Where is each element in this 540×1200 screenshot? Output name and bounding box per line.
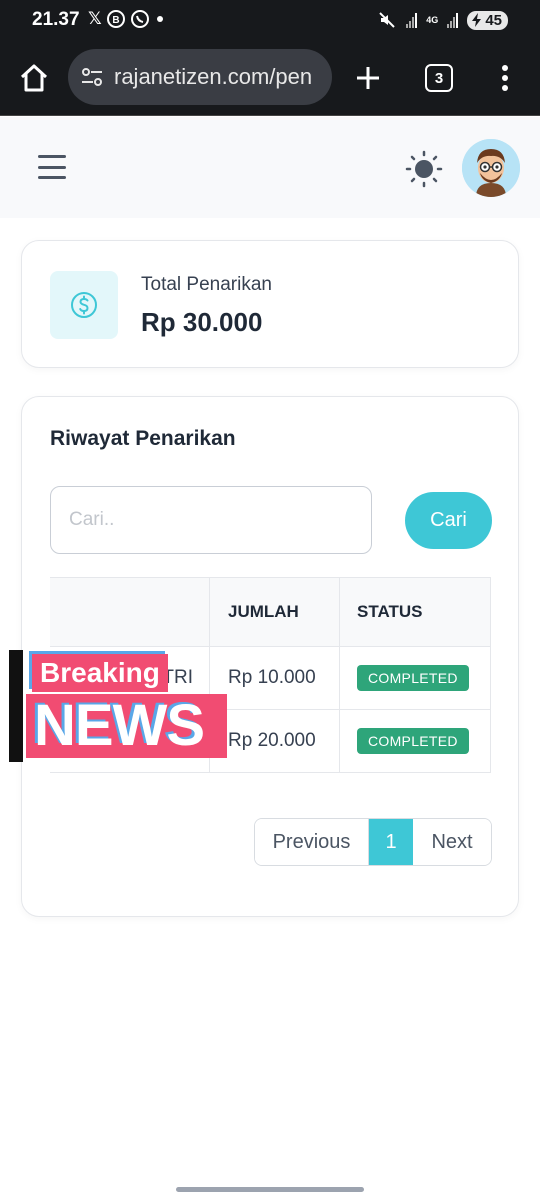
status-bar: 21.37 𝕏 B 4G 45 (0, 0, 540, 40)
total-value: Rp 30.000 (141, 307, 263, 337)
search-input[interactable] (50, 486, 372, 554)
network-type: 4G (426, 15, 439, 25)
new-tab-icon[interactable] (352, 62, 384, 94)
status-time: 21.37 (32, 9, 80, 30)
total-label: Total Penarikan (141, 274, 272, 295)
status-badge: COMPLETED (357, 665, 469, 691)
avatar[interactable] (462, 139, 520, 197)
sticker-bar (9, 650, 23, 762)
app-header (0, 117, 540, 218)
status-badge: COMPLETED (357, 728, 469, 754)
browser-toolbar: rajanetizen.com/pen 3 (0, 40, 540, 116)
next-page-button[interactable]: Next (413, 819, 491, 865)
signal-icon (406, 12, 418, 28)
notification-icons: 𝕏 B (88, 9, 166, 29)
svg-text:B: B (112, 15, 119, 26)
sticker-breaking-text: Breaking (32, 654, 168, 692)
cell-status: COMPLETED (340, 710, 490, 772)
dot-icon (156, 16, 163, 22)
charging-icon (472, 13, 482, 27)
pagination: Previous 1 Next (254, 818, 492, 866)
site-settings-icon[interactable] (80, 65, 104, 89)
column-header-amount[interactable]: JUMLAH (210, 578, 340, 646)
breaking-news-sticker: Breaking NEWS (9, 650, 227, 762)
previous-page-button[interactable]: Previous (255, 819, 369, 865)
gesture-bar[interactable] (176, 1187, 364, 1192)
whatsapp-business-icon: B (106, 10, 125, 28)
more-menu-icon[interactable] (495, 62, 515, 94)
x-icon: 𝕏 (88, 9, 102, 28)
dollar-circle-icon (71, 292, 97, 318)
address-bar[interactable]: rajanetizen.com/pen (68, 49, 332, 105)
column-header-status[interactable]: STATUS (340, 578, 490, 646)
cell-status: COMPLETED (340, 647, 490, 709)
tab-count: 3 (434, 69, 444, 87)
table-header: JUMLAH STATUS (50, 578, 490, 647)
theme-toggle-sun-icon[interactable] (405, 150, 443, 188)
system-icons: 4G 45 (377, 10, 508, 30)
hamburger-menu-icon[interactable] (38, 155, 66, 179)
home-icon[interactable] (18, 62, 50, 94)
avatar-face-icon (462, 139, 520, 197)
history-title: Riwayat Penarikan (50, 427, 236, 450)
tab-switcher-button[interactable]: 3 (425, 64, 453, 92)
signal-icon-2 (447, 12, 459, 28)
column-header-name[interactable] (50, 578, 210, 646)
url-text[interactable]: rajanetizen.com/pen (114, 64, 312, 90)
dollar-tile (50, 271, 118, 339)
search-button[interactable]: Cari (405, 492, 492, 549)
mute-icon (379, 12, 396, 28)
battery-indicator: 45 (467, 10, 508, 30)
cell-amount: Rp 10.000 (210, 647, 340, 709)
total-withdrawal-card: Total Penarikan Rp 30.000 (21, 240, 519, 368)
sticker-news-text: NEWS (26, 694, 227, 758)
page-1-button[interactable]: 1 (369, 819, 413, 865)
cell-amount: Rp 20.000 (210, 710, 340, 772)
whatsapp-icon (130, 10, 149, 28)
battery-level: 45 (485, 11, 502, 29)
